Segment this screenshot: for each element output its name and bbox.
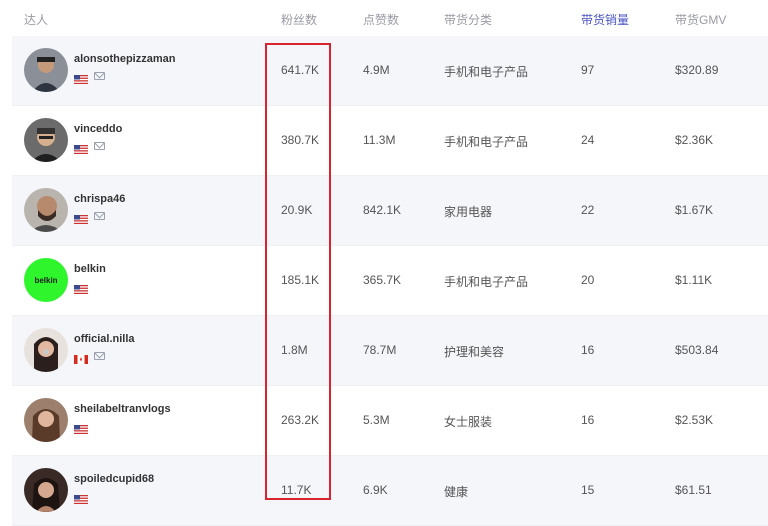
header-gmv[interactable]: 带货GMV — [675, 11, 726, 28]
avatar[interactable]: belkin — [24, 258, 68, 302]
category-value: 手机和电子产品 — [444, 275, 529, 289]
sales-value: 97 — [581, 63, 595, 77]
likes-value: 4.9M — [363, 63, 390, 77]
likes-value: 5.3M — [363, 413, 390, 427]
us-flag-icon — [74, 421, 88, 434]
likes-value: 842.1K — [363, 203, 402, 217]
gmv-value: $61.51 — [675, 483, 712, 497]
username[interactable]: vinceddo — [74, 123, 122, 135]
mail-icon[interactable] — [94, 71, 105, 80]
sales-value: 22 — [581, 203, 595, 217]
header-sales[interactable]: 带货销量 — [581, 11, 629, 28]
username[interactable]: spoiledcupid68 — [74, 473, 154, 485]
sales-value: 16 — [581, 343, 595, 357]
table-row[interactable]: chrispa46 20.9K 842.1K 家用电器 22 $1.67K — [12, 176, 768, 246]
avatar[interactable] — [24, 48, 68, 92]
gmv-value: $2.36K — [675, 133, 714, 147]
username[interactable]: belkin — [74, 263, 106, 275]
sales-value: 15 — [581, 483, 595, 497]
sales-value: 20 — [581, 273, 595, 287]
likes-value: 365.7K — [363, 273, 402, 287]
category-value: 护理和美容 — [444, 345, 505, 359]
creator-table: alonsothepizzaman 641.7K 4.9M 手机和电子产品 97… — [12, 36, 768, 526]
mail-icon[interactable] — [94, 211, 105, 220]
header-creator: 达人 — [24, 13, 49, 27]
gmv-value: $2.53K — [675, 413, 714, 427]
us-flag-icon — [74, 491, 88, 504]
table-row[interactable]: official.nilla 1.8M 78.7M 护理和美容 16 $503.… — [12, 316, 768, 386]
avatar[interactable] — [24, 328, 68, 372]
header-category: 带货分类 — [444, 13, 493, 27]
likes-value: 11.3M — [363, 133, 396, 147]
category-value: 手机和电子产品 — [444, 135, 529, 149]
followers-value: 263.2K — [281, 413, 320, 427]
username[interactable]: sheilabeltranvlogs — [74, 403, 171, 415]
us-flag-icon — [74, 281, 88, 294]
category-value: 健康 — [444, 485, 469, 499]
gmv-value: $1.11K — [675, 273, 713, 287]
followers-value: 20.9K — [281, 203, 313, 217]
avatar[interactable] — [24, 468, 68, 512]
table-row[interactable]: alonsothepizzaman 641.7K 4.9M 手机和电子产品 97… — [12, 36, 768, 106]
username[interactable]: chrispa46 — [74, 193, 125, 205]
table-row[interactable]: spoiledcupid68 11.7K 6.9K 健康 15 $61.51 — [12, 456, 768, 526]
us-flag-icon — [74, 211, 88, 224]
mail-icon[interactable] — [94, 141, 105, 150]
category-value: 手机和电子产品 — [444, 65, 529, 79]
header-likes[interactable]: 点赞数 — [363, 11, 399, 28]
gmv-value: $320.89 — [675, 63, 719, 77]
followers-value: 185.1K — [281, 273, 320, 287]
category-value: 女士服装 — [444, 415, 493, 429]
canada-flag-icon — [74, 351, 88, 364]
table-row[interactable]: vinceddo 380.7K 11.3M 手机和电子产品 24 $2.36K — [12, 106, 768, 176]
username[interactable]: official.nilla — [74, 333, 135, 345]
table-header: 达人 粉丝数 点赞数 带货分类 带货销量 带货GMV — [0, 0, 768, 36]
likes-value: 6.9K — [363, 483, 388, 497]
gmv-value: $503.84 — [675, 343, 719, 357]
avatar[interactable] — [24, 118, 68, 162]
followers-value: 11.7K — [281, 483, 312, 497]
us-flag-icon — [74, 71, 88, 84]
table-row[interactable]: belkin belkin 185.1K 365.7K 手机和电子产品 20 $… — [12, 246, 768, 316]
followers-value: 1.8M — [281, 343, 308, 357]
avatar[interactable] — [24, 398, 68, 442]
sales-value: 24 — [581, 133, 595, 147]
sales-value: 16 — [581, 413, 595, 427]
username[interactable]: alonsothepizzaman — [74, 53, 175, 65]
followers-value: 641.7K — [281, 63, 320, 77]
header-followers[interactable]: 粉丝数 — [281, 11, 317, 28]
belkin-logo-text: belkin — [34, 275, 58, 285]
likes-value: 78.7M — [363, 343, 397, 357]
mail-icon[interactable] — [94, 351, 105, 360]
gmv-value: $1.67K — [675, 203, 714, 217]
table-row[interactable]: sheilabeltranvlogs 263.2K 5.3M 女士服装 16 $… — [12, 386, 768, 456]
category-value: 家用电器 — [444, 205, 493, 219]
followers-value: 380.7K — [281, 133, 320, 147]
us-flag-icon — [74, 141, 88, 154]
avatar[interactable] — [24, 188, 68, 232]
